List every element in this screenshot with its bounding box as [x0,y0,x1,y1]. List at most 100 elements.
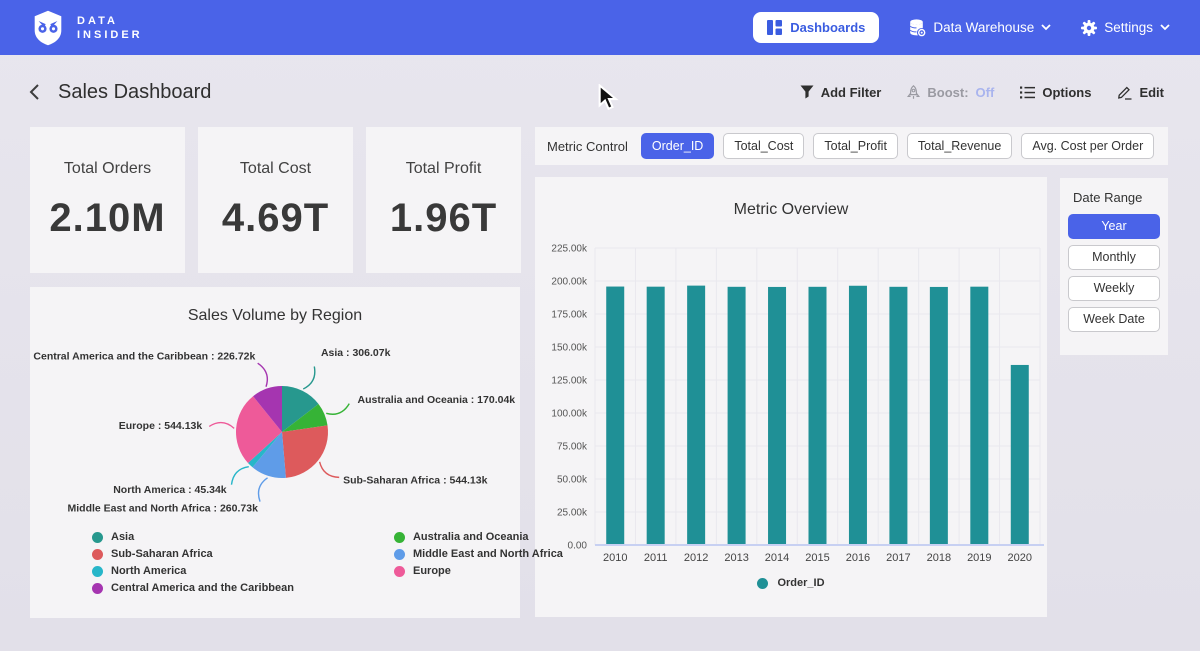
kpi-label: Total Orders [64,160,151,178]
x-axis-tick: 2014 [765,552,789,564]
kpi-cards: Total Orders 2.10M Total Cost 4.69T Tota… [30,127,522,273]
y-axis-tick: 0.00 [568,541,588,552]
kpi-value: 2.10M [49,196,165,241]
rocket-icon [907,85,920,100]
date-range-button-week-date[interactable]: Week Date [1068,307,1160,332]
y-axis-tick: 225.00k [551,244,588,255]
date-range-button-weekly[interactable]: Weekly [1068,276,1160,301]
kpi-value: 4.69T [222,196,329,241]
y-axis-tick: 125.00k [551,376,588,387]
bar-chart-legend[interactable]: Order_ID [535,577,1047,589]
pie-label-europe: Europe : 544.13k [119,420,203,432]
date-range-panel: Date Range Year Monthly Weekly Week Date [1060,178,1168,355]
legend-dot [92,549,103,560]
y-axis-tick: 25.00k [557,508,588,519]
data-warehouse-menu[interactable]: Data Warehouse [909,19,1051,37]
y-axis-tick: 50.00k [557,475,588,486]
metric-button-total-cost[interactable]: Total_Cost [723,133,804,159]
legend-label: Middle East and North Africa [413,548,563,560]
bar-2013[interactable] [728,287,746,545]
kpi-label: Total Profit [406,160,482,178]
bar-2010[interactable] [606,287,624,545]
pie-label-central-america-and-the-caribbean: Central America and the Caribbean : 226.… [33,351,255,363]
pie-legend-item-central-america-and-the-caribbean[interactable]: Central America and the Caribbean [92,582,294,594]
pie-leader-line [320,462,340,478]
x-axis-tick: 2020 [1008,552,1032,564]
x-axis-tick: 2018 [927,552,951,564]
pie-label-north-america: North America : 45.34k [113,484,227,496]
pie-chart-legend: Asia Sub-Saharan Africa North America Centr… [92,531,563,594]
legend-dot [394,566,405,577]
bar-2018[interactable] [930,287,948,545]
pie-label-middle-east-and-north-africa: Middle East and North Africa : 260.73k [68,502,259,514]
pie-legend-item-asia[interactable]: Asia [92,531,294,543]
pie-legend-item-middle-east-and-north-africa[interactable]: Middle East and North Africa [394,548,563,560]
pie-label-asia: Asia : 306.07k [321,347,391,359]
pie-legend-item-sub-saharan-africa[interactable]: Sub-Saharan Africa [92,548,294,560]
legend-dot [92,566,103,577]
bar-2019[interactable] [970,287,988,545]
y-axis-tick: 75.00k [557,442,588,453]
x-axis-tick: 2015 [805,552,829,564]
metric-button-total-profit[interactable]: Total_Profit [813,133,898,159]
pie-slice-sub-saharan-africa[interactable] [282,425,328,477]
chevron-down-icon [1160,24,1170,31]
pie-leader-line [303,367,315,389]
x-axis-tick: 2012 [684,552,708,564]
back-button[interactable] [28,83,42,101]
legend-label: Asia [111,531,134,543]
pie-leader-line [258,478,267,502]
metric-overview-panel: Metric Overview 0.0025.00k50.00k75.00k10… [535,177,1047,617]
x-axis-tick: 2010 [603,552,627,564]
metric-button-avg-cost-per-order[interactable]: Avg. Cost per Order [1021,133,1154,159]
dashboards-button[interactable]: Dashboards [753,12,879,43]
bar-2011[interactable] [647,287,665,545]
x-axis-tick: 2019 [967,552,991,564]
metric-button-order-id[interactable]: Order_ID [641,133,714,159]
boost-toggle[interactable]: Boost: Off [907,85,994,100]
brand-logo[interactable]: DATA INSIDER [30,10,143,46]
y-axis-tick: 175.00k [551,310,588,321]
kpi-label: Total Cost [240,160,311,178]
pie-legend-item-europe[interactable]: Europe [394,565,563,577]
pie-label-australia-and-oceania: Australia and Oceania : 170.04k [358,394,516,406]
legend-dot [92,532,103,543]
bar-2017[interactable] [889,287,907,545]
bar-2012[interactable] [687,286,705,545]
metric-button-total-revenue[interactable]: Total_Revenue [907,133,1012,159]
pie-label-sub-saharan-africa: Sub-Saharan Africa : 544.13k [343,474,487,486]
legend-dot [92,583,103,594]
metric-control-bar: Metric Control Order_ID Total_Cost Total_P… [535,127,1168,165]
pie-leader-line [209,423,234,429]
date-range-button-year[interactable]: Year [1068,214,1160,239]
kpi-total-profit: Total Profit 1.96T [366,127,521,273]
legend-label: Order_ID [777,577,824,589]
pie-chart-title: Sales Volume by Region [30,307,520,325]
x-axis-tick: 2016 [846,552,870,564]
bar-2014[interactable] [768,287,786,545]
settings-menu[interactable]: Settings [1081,20,1170,36]
y-axis-tick: 100.00k [551,409,588,420]
date-range-label: Date Range [1073,190,1160,205]
pencil-icon [1117,85,1132,100]
kpi-value: 1.96T [390,196,497,241]
metric-control-label: Metric Control [547,139,628,154]
bar-2015[interactable] [809,287,827,545]
page-title: Sales Dashboard [58,81,211,104]
dashboards-grid-icon [767,20,782,35]
legend-dot [757,578,768,589]
pie-legend-item-north-america[interactable]: North America [92,565,294,577]
kpi-total-orders: Total Orders 2.10M [30,127,185,273]
edit-button[interactable]: Edit [1117,85,1164,100]
bar-2016[interactable] [849,286,867,545]
kpi-total-cost: Total Cost 4.69T [198,127,353,273]
legend-dot [394,532,405,543]
pie-legend-item-australia-and-oceania[interactable]: Australia and Oceania [394,531,563,543]
add-filter-button[interactable]: Add Filter [800,85,882,100]
options-button[interactable]: Options [1020,85,1091,100]
bar-2020[interactable] [1011,365,1029,545]
legend-dot [394,549,405,560]
bar-chart: 0.0025.00k50.00k75.00k100.00k125.00k150.… [535,177,1047,617]
top-navbar: DATA INSIDER Dashboards [0,0,1200,55]
date-range-button-monthly[interactable]: Monthly [1068,245,1160,270]
